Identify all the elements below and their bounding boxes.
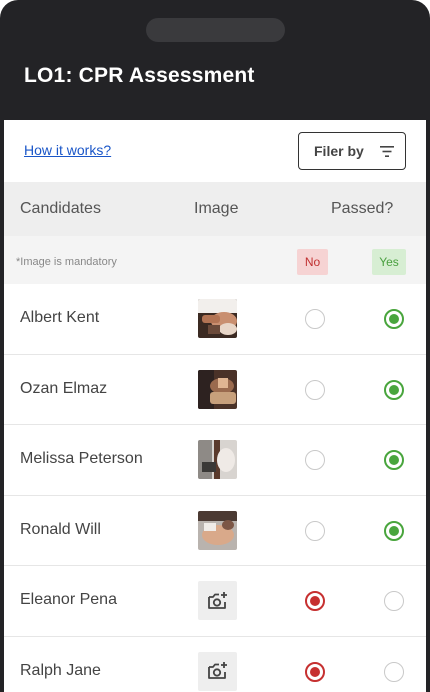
passed-yes-radio[interactable] [384,591,404,611]
add-photo-button[interactable] [198,581,237,620]
add-photo-button[interactable] [198,651,237,691]
candidate-row: Melissa Peterson [4,425,426,496]
passed-no-radio[interactable] [305,661,325,682]
candidate-row: Ralph Jane [4,637,426,692]
page-title: LO1: CPR Assessment [24,64,255,87]
passed-yes-radio[interactable] [384,379,404,400]
cpr-photo-image [198,369,237,409]
candidate-name: Eleanor Pena [20,591,117,608]
passed-no-radio[interactable] [305,520,325,541]
candidate-row: Ronald Will [4,496,426,566]
legend-row: *Image is mandatory No Yes [4,236,426,284]
cpr-photo-thumbnail[interactable] [198,369,237,409]
passed-no-radio[interactable] [305,309,325,329]
filter-button-label: Filer by [314,143,364,159]
yes-badge: Yes [372,249,406,275]
cpr-photo-thumbnail[interactable] [198,440,237,479]
cpr-photo-image [198,440,237,479]
filter-button[interactable]: Filer by [298,132,406,170]
candidate-name: Albert Kent [20,309,100,326]
filter-icon [379,145,394,157]
passed-no-radio[interactable] [305,379,325,400]
phone-frame: LO1: CPR Assessment How it works? Filer … [0,0,430,692]
passed-yes-radio[interactable] [384,450,404,470]
cpr-photo-thumbnail[interactable] [198,299,237,338]
column-header-image: Image [194,200,239,217]
assessment-panel: How it works? Filer by Candidates Image … [4,120,426,692]
no-badge: No [297,249,328,275]
passed-yes-radio[interactable] [384,661,404,682]
passed-no-radio[interactable] [305,450,325,470]
add-photo-icon [207,662,227,679]
cpr-photo-image [198,510,237,550]
candidate-row: Albert Kent [4,284,426,355]
candidate-name: Ozan Elmaz [20,379,108,397]
passed-yes-radio[interactable] [384,520,404,541]
image-mandatory-note: *Image is mandatory [16,256,117,268]
column-header-passed: Passed? [331,200,394,217]
table-header: Candidates Image Passed? [4,182,426,236]
toolbar: How it works? Filer by [4,120,426,182]
how-it-works-link[interactable]: How it works? [24,142,111,158]
candidate-name: Ralph Jane [20,661,101,679]
cpr-photo-image [198,299,237,338]
candidate-name: Ronald Will [20,520,101,538]
column-header-candidates: Candidates [20,200,101,217]
candidate-row: Ozan Elmaz [4,355,426,425]
passed-yes-radio[interactable] [384,309,404,329]
cpr-photo-thumbnail[interactable] [198,510,237,550]
candidate-name: Melissa Peterson [20,450,143,467]
candidate-row: Eleanor Pena [4,566,426,637]
passed-no-radio[interactable] [305,591,325,611]
device-notch [146,18,285,42]
add-photo-icon [207,591,227,609]
